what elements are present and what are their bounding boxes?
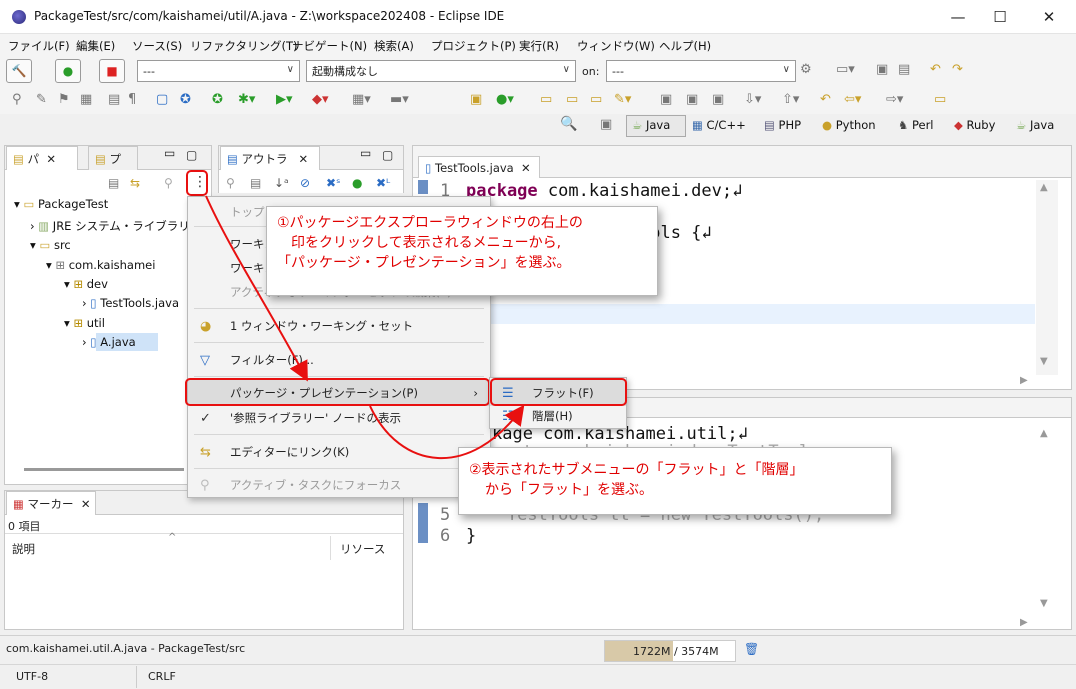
garbage-collect-icon[interactable]: 🗑 xyxy=(744,642,759,656)
status-line-ending[interactable]: CRLF xyxy=(148,670,176,683)
heap-status[interactable]: 1722M / 3574M xyxy=(604,640,736,662)
arrow-step-1 xyxy=(205,195,308,382)
divider xyxy=(0,664,1076,665)
divider xyxy=(136,666,137,688)
status-encoding[interactable]: UTF-8 xyxy=(16,670,48,683)
arrow-step-2 xyxy=(369,404,525,459)
status-bar: com.kaishamei.util.A.java - PackageTest/… xyxy=(0,635,1076,689)
status-path: com.kaishamei.util.A.java - PackageTest/… xyxy=(6,642,246,655)
annotation-arrows xyxy=(205,195,525,459)
